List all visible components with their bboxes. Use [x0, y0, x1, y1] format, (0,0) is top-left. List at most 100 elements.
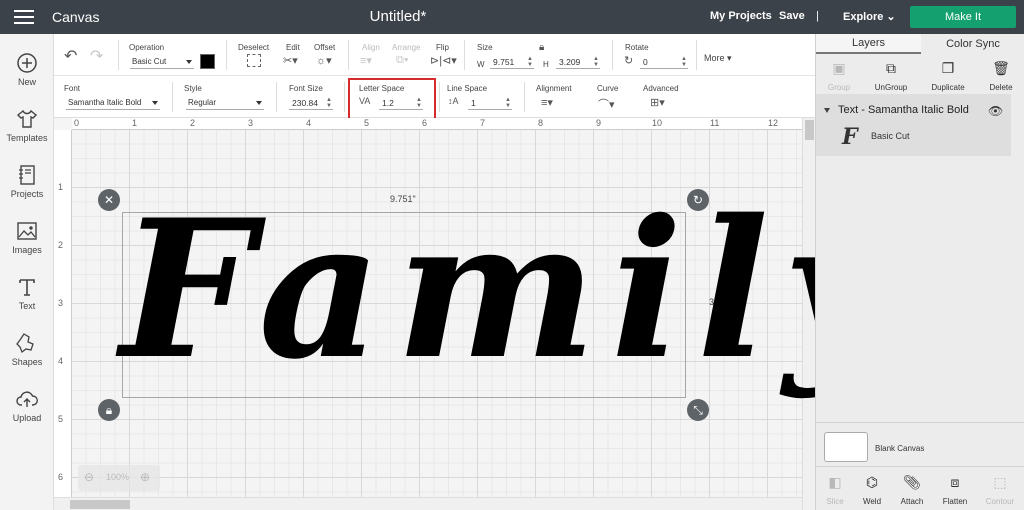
text-align-icon[interactable]: ≡▾: [541, 96, 553, 109]
flip-icon[interactable]: ⊳|⊲▾: [430, 54, 457, 67]
sublayer-operation: Basic Cut: [871, 131, 910, 141]
divider: [696, 40, 697, 70]
width-input[interactable]: 9.751 ▲ ▼: [490, 55, 534, 69]
ruler-tick: 1: [58, 182, 64, 192]
contour-button[interactable]: ⬚ Contour: [970, 474, 1024, 506]
explore-dropdown[interactable]: Explore ⌄: [843, 10, 896, 23]
visibility-eye-icon[interactable]: 👁︎: [988, 104, 1003, 118]
nav-new[interactable]: New: [0, 52, 54, 87]
attach-label: Attach: [900, 497, 924, 506]
delete-button[interactable]: 🗑︎ Delete: [971, 60, 1024, 92]
operation-select[interactable]: Basic Cut: [130, 56, 194, 69]
spinner-icon[interactable]: ▲ ▼: [593, 56, 599, 68]
spinner-icon[interactable]: ▲ ▼: [505, 97, 511, 109]
lock-handle-icon[interactable]: 🔒︎: [98, 399, 120, 421]
chevron-down-icon: ⌄: [886, 11, 896, 23]
font-size-label: Font Size: [289, 84, 323, 93]
ruler-tick: 5: [58, 414, 64, 424]
duplicate-button[interactable]: ❐ Duplicate: [918, 60, 978, 92]
divider: [524, 82, 525, 112]
nav-text[interactable]: Text: [0, 276, 54, 311]
flip-label: Flip: [436, 43, 449, 52]
color-swatch[interactable]: [200, 54, 215, 69]
zoom-out-icon[interactable]: ⊖: [84, 470, 94, 484]
ruler-tick: 11: [710, 118, 720, 128]
nav-images[interactable]: Images: [0, 220, 54, 255]
nav-upload-label: Upload: [12, 413, 42, 423]
ruler-tick: 3: [248, 118, 254, 128]
curve-icon[interactable]: ⌒▾: [598, 96, 615, 112]
scroll-thumb[interactable]: [70, 500, 130, 509]
layers-panel: Layers Color Sync ▣ Group ⧉ UnGroup ❐ Dupli…: [815, 34, 1024, 510]
nav-templates[interactable]: Templates: [0, 108, 54, 143]
font-size-input[interactable]: 230.84 ▲ ▼: [289, 96, 333, 110]
canvas-text-object[interactable]: Family: [120, 195, 893, 410]
divider: [344, 82, 345, 112]
divider: [348, 40, 349, 70]
alignment-label: Alignment: [536, 84, 572, 93]
edit-scissors-icon[interactable]: ✂▾: [283, 54, 298, 67]
tab-color-sync[interactable]: Color Sync: [921, 34, 1024, 54]
ruler-tick: 2: [58, 240, 64, 250]
expand-arrow-icon[interactable]: [824, 108, 830, 113]
lock-aspect-icon[interactable]: 🔒︎: [539, 42, 544, 53]
contour-icon: ⬚: [993, 474, 1007, 490]
tab-layers[interactable]: Layers: [816, 34, 921, 54]
advanced-label: Advanced: [643, 84, 679, 93]
nav-projects-label: Projects: [10, 189, 44, 199]
make-it-button[interactable]: Make It: [910, 6, 1016, 28]
spinner-icon[interactable]: ▲ ▼: [326, 97, 332, 109]
nav-projects[interactable]: Projects: [0, 164, 54, 199]
zoom-control[interactable]: ⊖ 100% ⊕: [78, 465, 160, 491]
nav-upload[interactable]: Upload: [0, 388, 54, 423]
delete-handle-icon[interactable]: ✕: [98, 189, 120, 211]
offset-icon[interactable]: ☼▾: [316, 54, 332, 67]
rotate-input[interactable]: 0 ▲ ▼: [640, 55, 688, 69]
horizontal-scrollbar[interactable]: [54, 497, 802, 510]
zoom-in-icon[interactable]: ⊕: [140, 470, 150, 484]
duplicate-label: Duplicate: [931, 83, 965, 92]
height-input[interactable]: 3.209 ▲ ▼: [556, 55, 600, 69]
undo-icon[interactable]: ↶: [64, 46, 77, 66]
cloud-upload-icon: [16, 391, 38, 407]
style-value: Regular: [188, 98, 217, 107]
layer-item[interactable]: Text - Samantha Italic Bold 👁︎ F Basic C…: [816, 94, 1011, 156]
text-layer-thumbnail: F: [842, 124, 858, 150]
edit-toolbar: ↶ ↷ Operation Basic Cut Deselect Edit ✂▾…: [54, 34, 815, 76]
rotate-handle-icon[interactable]: ↻: [687, 189, 709, 211]
my-projects-link[interactable]: My Projects: [710, 10, 772, 22]
separator: |: [816, 10, 819, 22]
line-space-input[interactable]: 1 ▲ ▼: [468, 96, 512, 110]
style-select[interactable]: Regular: [186, 97, 264, 110]
save-button[interactable]: Save: [779, 10, 805, 22]
line-space-value: 1: [471, 98, 476, 108]
line-space-label: Line Space: [447, 84, 488, 93]
redo-icon[interactable]: ↷: [90, 46, 103, 66]
contour-label: Contour: [985, 497, 1015, 506]
arrange-icon[interactable]: ⧉▾: [396, 54, 408, 67]
deselect-icon[interactable]: [247, 54, 261, 67]
align-label: Align: [362, 43, 380, 52]
font-value: Samantha Italic Bold: [68, 98, 142, 107]
nav-shapes[interactable]: Shapes: [0, 332, 54, 367]
nav-text-label: Text: [18, 301, 36, 311]
align-icon[interactable]: ≡▾: [360, 54, 372, 67]
layer-name: Text - Samantha Italic Bold: [838, 104, 969, 116]
resize-handle-icon[interactable]: ⤡: [687, 399, 709, 421]
rotate-icon[interactable]: ↻: [624, 54, 633, 67]
edit-label: Edit: [286, 43, 300, 52]
blank-canvas-swatch[interactable]: [824, 432, 868, 462]
spinner-icon[interactable]: ▲ ▼: [527, 56, 533, 68]
font-size-value: 230.84: [292, 98, 318, 108]
ungroup-button[interactable]: ⧉ UnGroup: [861, 60, 921, 92]
more-button[interactable]: More ▾: [704, 53, 732, 64]
scroll-thumb[interactable]: [805, 120, 814, 140]
caret-down-icon: [186, 60, 192, 64]
advanced-icon[interactable]: ⊞▾: [650, 96, 665, 109]
height-label: H: [543, 60, 549, 69]
font-select[interactable]: Samantha Italic Bold: [66, 97, 160, 110]
offset-label: Offset: [314, 43, 336, 52]
spinner-icon[interactable]: ▲ ▼: [681, 56, 687, 68]
group-button[interactable]: ▣ Group: [809, 60, 869, 92]
document-title[interactable]: Untitled*: [0, 8, 796, 25]
